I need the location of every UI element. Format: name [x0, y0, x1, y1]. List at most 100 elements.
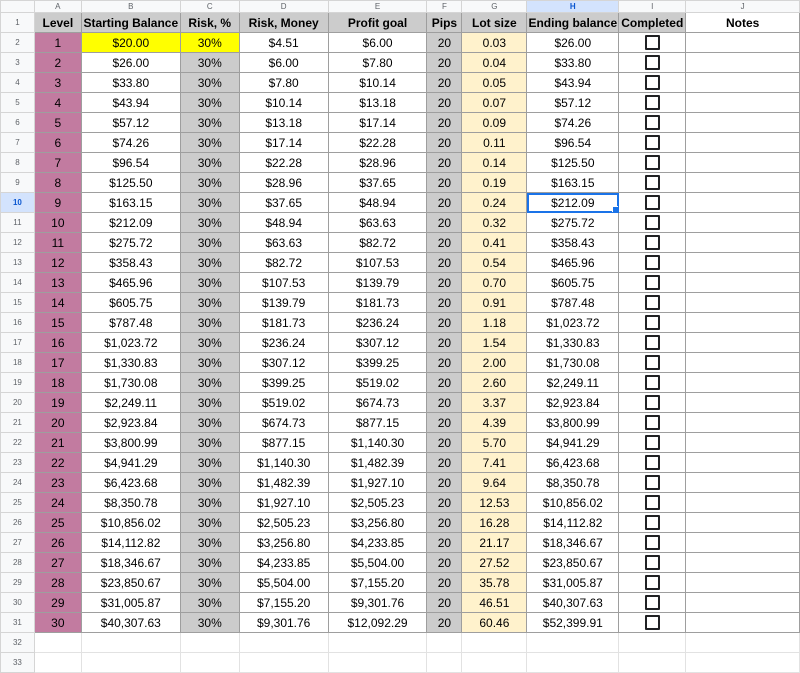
ending-balance-cell[interactable]: $8,350.78	[526, 472, 620, 493]
row-header[interactable]: 28	[0, 552, 35, 573]
column-header-h[interactable]: H	[526, 0, 620, 13]
row-header[interactable]: 12	[0, 232, 35, 253]
lot-size-cell[interactable]: 2.00	[461, 352, 528, 373]
empty-cell[interactable]	[461, 632, 528, 653]
risk-money-cell[interactable]: $7.80	[238, 72, 329, 93]
level-cell[interactable]: 4	[33, 92, 82, 113]
notes-cell[interactable]	[685, 452, 800, 473]
level-cell[interactable]: 2	[33, 52, 82, 73]
completed-cell[interactable]	[618, 312, 687, 333]
pips-cell[interactable]: 20	[426, 552, 463, 573]
completed-cell[interactable]	[618, 392, 687, 413]
pips-cell[interactable]: 20	[426, 192, 463, 213]
profit-goal-cell[interactable]: $2,505.23	[327, 492, 428, 513]
profit-goal-cell[interactable]: $1,927.10	[327, 472, 428, 493]
notes-cell[interactable]	[685, 292, 800, 313]
pips-cell[interactable]: 20	[426, 132, 463, 153]
starting-balance-cell[interactable]: $23,850.67	[80, 572, 181, 593]
row-header[interactable]: 13	[0, 252, 35, 273]
pips-cell[interactable]: 20	[426, 352, 463, 373]
row-header[interactable]: 7	[0, 132, 35, 153]
starting-balance-cell[interactable]: $40,307.63	[80, 612, 181, 633]
starting-balance-cell[interactable]: $33.80	[80, 72, 181, 93]
risk-money-cell[interactable]: $181.73	[238, 312, 329, 333]
risk-pct-cell[interactable]: 30%	[179, 292, 240, 313]
pips-cell[interactable]: 20	[426, 472, 463, 493]
lot-size-cell[interactable]: 5.70	[461, 432, 528, 453]
risk-pct-cell[interactable]: 30%	[179, 112, 240, 133]
header-risk-money[interactable]: Risk, Money	[238, 12, 329, 33]
pips-cell[interactable]: 20	[426, 532, 463, 553]
notes-cell[interactable]	[685, 212, 800, 233]
empty-cell[interactable]	[33, 632, 82, 653]
lot-size-cell[interactable]: 12.53	[461, 492, 528, 513]
ending-balance-cell[interactable]: $23,850.67	[526, 552, 620, 573]
profit-goal-cell[interactable]: $399.25	[327, 352, 428, 373]
ending-balance-cell[interactable]: $605.75	[526, 272, 620, 293]
risk-pct-cell[interactable]: 30%	[179, 92, 240, 113]
level-cell[interactable]: 24	[33, 492, 82, 513]
profit-goal-cell[interactable]: $519.02	[327, 372, 428, 393]
pips-cell[interactable]: 20	[426, 452, 463, 473]
starting-balance-cell[interactable]: $3,800.99	[80, 432, 181, 453]
checkbox[interactable]	[644, 55, 660, 71]
risk-money-cell[interactable]: $519.02	[238, 392, 329, 413]
empty-cell[interactable]	[526, 652, 620, 673]
column-header-d[interactable]: D	[238, 0, 329, 13]
row-header[interactable]: 23	[0, 452, 35, 473]
checkbox[interactable]	[644, 615, 660, 631]
completed-cell[interactable]	[618, 432, 687, 453]
level-cell[interactable]: 5	[33, 112, 82, 133]
risk-pct-cell[interactable]: 30%	[179, 372, 240, 393]
risk-pct-cell[interactable]: 30%	[179, 412, 240, 433]
checkbox[interactable]	[644, 115, 660, 131]
checkbox[interactable]	[644, 495, 660, 511]
risk-pct-cell[interactable]: 30%	[179, 352, 240, 373]
row-header[interactable]: 6	[0, 112, 35, 133]
level-cell[interactable]: 14	[33, 292, 82, 313]
completed-cell[interactable]	[618, 472, 687, 493]
lot-size-cell[interactable]: 0.03	[461, 32, 528, 53]
profit-goal-cell[interactable]: $877.15	[327, 412, 428, 433]
row-header[interactable]: 1	[0, 12, 35, 33]
row-header[interactable]: 27	[0, 532, 35, 553]
completed-cell[interactable]	[618, 212, 687, 233]
empty-cell[interactable]	[685, 652, 800, 673]
completed-cell[interactable]	[618, 292, 687, 313]
lot-size-cell[interactable]: 0.09	[461, 112, 528, 133]
pips-cell[interactable]: 20	[426, 332, 463, 353]
level-cell[interactable]: 28	[33, 572, 82, 593]
profit-goal-cell[interactable]: $5,504.00	[327, 552, 428, 573]
pips-cell[interactable]: 20	[426, 172, 463, 193]
starting-balance-cell[interactable]: $18,346.67	[80, 552, 181, 573]
ending-balance-cell[interactable]: $96.54	[526, 132, 620, 153]
column-header-a[interactable]: A	[33, 0, 82, 13]
completed-cell[interactable]	[618, 112, 687, 133]
notes-cell[interactable]	[685, 252, 800, 273]
ending-balance-cell[interactable]: $26.00	[526, 32, 620, 53]
select-all-corner[interactable]	[0, 0, 35, 13]
pips-cell[interactable]: 20	[426, 92, 463, 113]
checkbox[interactable]	[644, 455, 660, 471]
starting-balance-cell[interactable]: $43.94	[80, 92, 181, 113]
starting-balance-cell[interactable]: $8,350.78	[80, 492, 181, 513]
column-header-b[interactable]: B	[80, 0, 181, 13]
risk-pct-cell[interactable]: 30%	[179, 272, 240, 293]
checkbox[interactable]	[644, 555, 660, 571]
risk-money-cell[interactable]: $82.72	[238, 252, 329, 273]
completed-cell[interactable]	[618, 612, 687, 633]
lot-size-cell[interactable]: 2.60	[461, 372, 528, 393]
column-header-f[interactable]: F	[426, 0, 463, 13]
ending-balance-cell[interactable]: $2,249.11	[526, 372, 620, 393]
empty-cell[interactable]	[461, 652, 528, 673]
row-header[interactable]: 30	[0, 592, 35, 613]
pips-cell[interactable]: 20	[426, 492, 463, 513]
profit-goal-cell[interactable]: $139.79	[327, 272, 428, 293]
header-profit-goal[interactable]: Profit goal	[327, 12, 428, 33]
ending-balance-cell[interactable]: $1,023.72	[526, 312, 620, 333]
row-header[interactable]: 3	[0, 52, 35, 73]
level-cell[interactable]: 3	[33, 72, 82, 93]
empty-cell[interactable]	[238, 632, 329, 653]
lot-size-cell[interactable]: 60.46	[461, 612, 528, 633]
lot-size-cell[interactable]: 0.05	[461, 72, 528, 93]
